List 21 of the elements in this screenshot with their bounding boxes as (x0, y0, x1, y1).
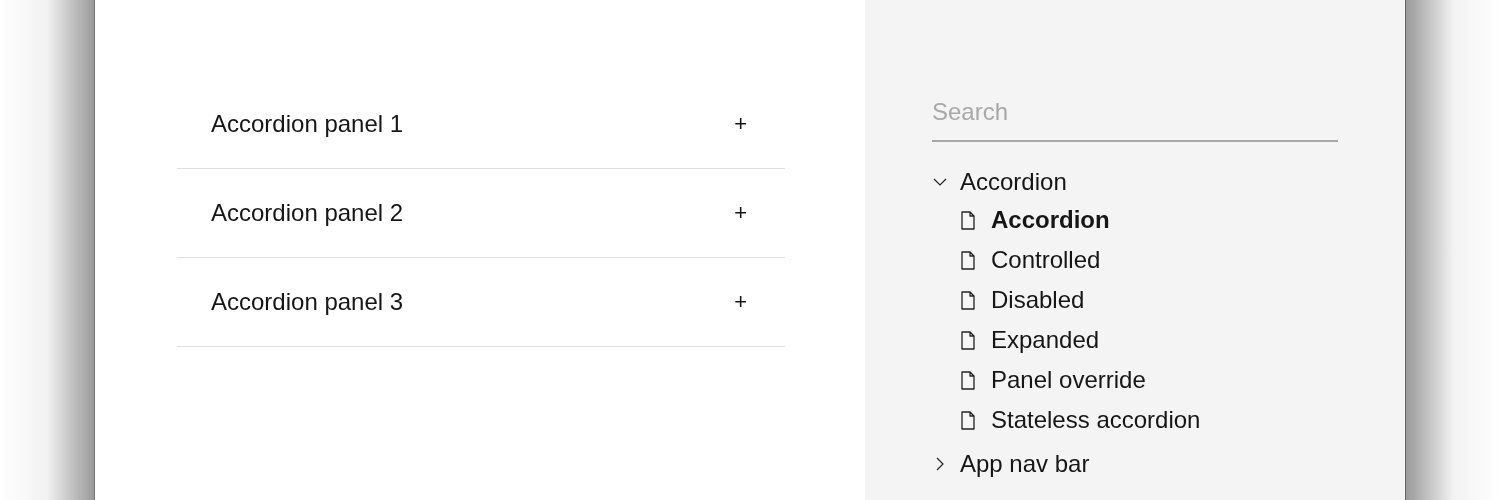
plus-icon: + (734, 113, 747, 135)
document-icon (961, 370, 975, 390)
document-icon (961, 250, 975, 270)
plus-icon: + (734, 291, 747, 313)
tree-item[interactable]: Expanded (991, 322, 1100, 358)
accordion-header[interactable]: Accordion panel 3 + (177, 258, 785, 346)
tree-item[interactable]: Panel override (991, 362, 1146, 398)
accordion-header[interactable]: Accordion panel 2 + (177, 169, 785, 257)
tree-item[interactable]: Controlled (991, 242, 1101, 278)
document-icon (961, 290, 975, 310)
tree-item[interactable]: Accordion (991, 202, 1110, 238)
accordion-header[interactable]: Accordion panel 1 + (177, 80, 785, 168)
tree-item[interactable]: Disabled (991, 282, 1085, 318)
plus-icon: + (734, 202, 747, 224)
search-field[interactable]: Search (932, 94, 1338, 142)
tree-item[interactable]: Stateless accordion (991, 402, 1201, 438)
document-icon (961, 330, 975, 350)
document-icon (961, 410, 975, 430)
document-icon (961, 210, 975, 230)
tree-group-label[interactable]: App nav bar (960, 446, 1090, 482)
tree-group-label[interactable]: Accordion (960, 164, 1067, 200)
